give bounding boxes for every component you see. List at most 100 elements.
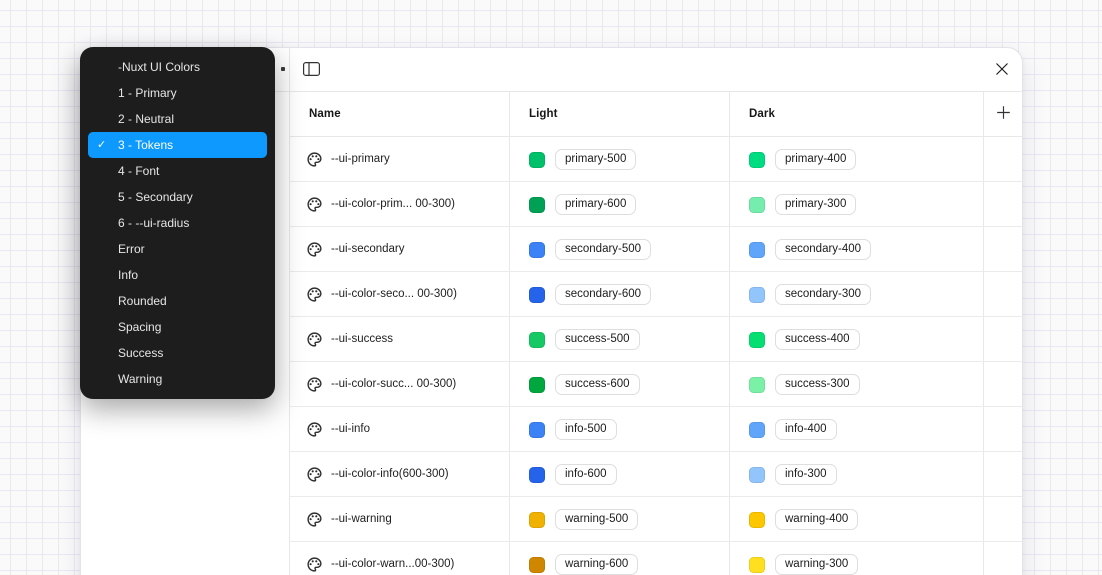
menu-item-label: 2 - Neutral <box>118 112 174 126</box>
variable-name[interactable]: --ui-color-prim... 00-300) <box>331 182 455 227</box>
table-row[interactable]: --ui-success success-500 success-400 <box>289 317 1022 362</box>
menu-item-label: 5 - Secondary <box>118 190 193 204</box>
tokens-table: Name Light Dark --ui-primary primary-500… <box>289 92 1022 575</box>
light-value-chip[interactable]: success-600 <box>555 374 640 395</box>
dark-color-swatch[interactable] <box>749 197 765 213</box>
dark-color-swatch[interactable] <box>749 467 765 483</box>
menu-item-label: Warning <box>118 372 162 386</box>
dark-color-swatch[interactable] <box>749 332 765 348</box>
table-header: Name Light Dark <box>289 92 1022 137</box>
light-value-chip[interactable]: warning-500 <box>555 509 638 530</box>
variable-name[interactable]: --ui-success <box>331 317 393 362</box>
variable-name[interactable]: --ui-warning <box>331 497 392 542</box>
palette-icon <box>306 466 323 488</box>
table-row[interactable]: --ui-color-info(600-300) info-600 info-3… <box>289 452 1022 497</box>
light-value-chip[interactable]: primary-600 <box>555 194 636 215</box>
light-color-swatch[interactable] <box>529 197 545 213</box>
dark-color-swatch[interactable] <box>749 557 765 573</box>
light-value-chip[interactable]: success-500 <box>555 329 640 350</box>
menu-item[interactable]: ✓ Error <box>88 236 267 262</box>
light-color-swatch[interactable] <box>529 557 545 573</box>
light-value-chip[interactable]: secondary-600 <box>555 284 651 305</box>
dark-color-swatch[interactable] <box>749 422 765 438</box>
table-row[interactable]: --ui-secondary secondary-500 secondary-4… <box>289 227 1022 272</box>
table-row[interactable]: --ui-primary primary-500 primary-400 <box>289 137 1022 182</box>
dark-color-swatch[interactable] <box>749 512 765 528</box>
menu-item-label: Rounded <box>118 294 167 308</box>
column-header-light: Light <box>529 92 558 137</box>
menu-item-label: 3 - Tokens <box>118 138 173 152</box>
menu-item-label: 6 - --ui-radius <box>118 216 189 230</box>
palette-icon <box>306 331 323 353</box>
menu-item-label: -Nuxt UI Colors <box>118 60 200 74</box>
close-button[interactable] <box>989 57 1015 83</box>
collections-dropdown-menu: ✓ -Nuxt UI Colors ✓ 1 - Primary ✓ 2 - Ne… <box>80 47 275 399</box>
menu-item[interactable]: ✓ -Nuxt UI Colors <box>88 54 267 80</box>
table-row[interactable]: --ui-color-succ... 00-300) success-600 s… <box>289 362 1022 407</box>
variable-name[interactable]: --ui-secondary <box>331 227 405 272</box>
palette-icon <box>306 376 323 398</box>
variable-name[interactable]: --ui-color-info(600-300) <box>331 452 449 497</box>
dark-value-chip[interactable]: warning-300 <box>775 554 858 575</box>
menu-item[interactable]: ✓ 3 - Tokens <box>88 132 267 158</box>
menu-item[interactable]: ✓ 6 - --ui-radius <box>88 210 267 236</box>
light-value-chip[interactable]: primary-500 <box>555 149 636 170</box>
column-header-dark: Dark <box>749 92 775 137</box>
light-value-chip[interactable]: warning-600 <box>555 554 638 575</box>
dark-value-chip[interactable]: primary-300 <box>775 194 856 215</box>
dark-color-swatch[interactable] <box>749 242 765 258</box>
dark-value-chip[interactable]: primary-400 <box>775 149 856 170</box>
menu-item[interactable]: ✓ Info <box>88 262 267 288</box>
dark-color-swatch[interactable] <box>749 377 765 393</box>
palette-icon <box>306 556 323 575</box>
light-color-swatch[interactable] <box>529 377 545 393</box>
light-color-swatch[interactable] <box>529 422 545 438</box>
menu-item[interactable]: ✓ Rounded <box>88 288 267 314</box>
table-row[interactable]: --ui-color-seco... 00-300) secondary-600… <box>289 272 1022 317</box>
variable-name[interactable]: --ui-info <box>331 407 370 452</box>
table-body: --ui-primary primary-500 primary-400 --u… <box>289 137 1022 575</box>
palette-icon <box>306 511 323 533</box>
table-row[interactable]: --ui-warning warning-500 warning-400 <box>289 497 1022 542</box>
light-color-swatch[interactable] <box>529 287 545 303</box>
sidebar-toggle-button[interactable] <box>298 57 324 83</box>
add-mode-button[interactable] <box>990 101 1016 127</box>
dark-value-chip[interactable]: secondary-400 <box>775 239 871 260</box>
menu-item[interactable]: ✓ 4 - Font <box>88 158 267 184</box>
close-icon <box>995 62 1009 79</box>
checkmark-icon: ✓ <box>97 132 106 158</box>
menu-item-label: Spacing <box>118 320 161 334</box>
light-value-chip[interactable]: info-600 <box>555 464 617 485</box>
dark-color-swatch[interactable] <box>749 152 765 168</box>
menu-item[interactable]: ✓ 5 - Secondary <box>88 184 267 210</box>
dark-value-chip[interactable]: success-300 <box>775 374 860 395</box>
light-color-swatch[interactable] <box>529 512 545 528</box>
variable-name[interactable]: --ui-color-seco... 00-300) <box>331 272 457 317</box>
menu-item[interactable]: ✓ 2 - Neutral <box>88 106 267 132</box>
menu-item[interactable]: ✓ Success <box>88 340 267 366</box>
light-color-swatch[interactable] <box>529 467 545 483</box>
dark-value-chip[interactable]: info-400 <box>775 419 837 440</box>
dark-value-chip[interactable]: warning-400 <box>775 509 858 530</box>
light-value-chip[interactable]: info-500 <box>555 419 617 440</box>
dark-color-swatch[interactable] <box>749 287 765 303</box>
table-row[interactable]: --ui-color-prim... 00-300) primary-600 p… <box>289 182 1022 227</box>
palette-icon <box>306 196 323 218</box>
menu-item-label: 1 - Primary <box>118 86 177 100</box>
variable-name[interactable]: --ui-primary <box>331 137 390 182</box>
light-color-swatch[interactable] <box>529 332 545 348</box>
light-color-swatch[interactable] <box>529 242 545 258</box>
menu-item[interactable]: ✓ Warning <box>88 366 267 392</box>
variable-name[interactable]: --ui-color-succ... 00-300) <box>331 362 456 407</box>
menu-item[interactable]: ✓ 1 - Primary <box>88 80 267 106</box>
palette-icon <box>306 151 323 173</box>
light-value-chip[interactable]: secondary-500 <box>555 239 651 260</box>
dark-value-chip[interactable]: info-300 <box>775 464 837 485</box>
table-row[interactable]: --ui-info info-500 info-400 <box>289 407 1022 452</box>
dark-value-chip[interactable]: secondary-300 <box>775 284 871 305</box>
menu-item[interactable]: ✓ Spacing <box>88 314 267 340</box>
dark-value-chip[interactable]: success-400 <box>775 329 860 350</box>
variable-name[interactable]: --ui-color-warn...00-300) <box>331 542 454 575</box>
table-row[interactable]: --ui-color-warn...00-300) warning-600 wa… <box>289 542 1022 575</box>
light-color-swatch[interactable] <box>529 152 545 168</box>
